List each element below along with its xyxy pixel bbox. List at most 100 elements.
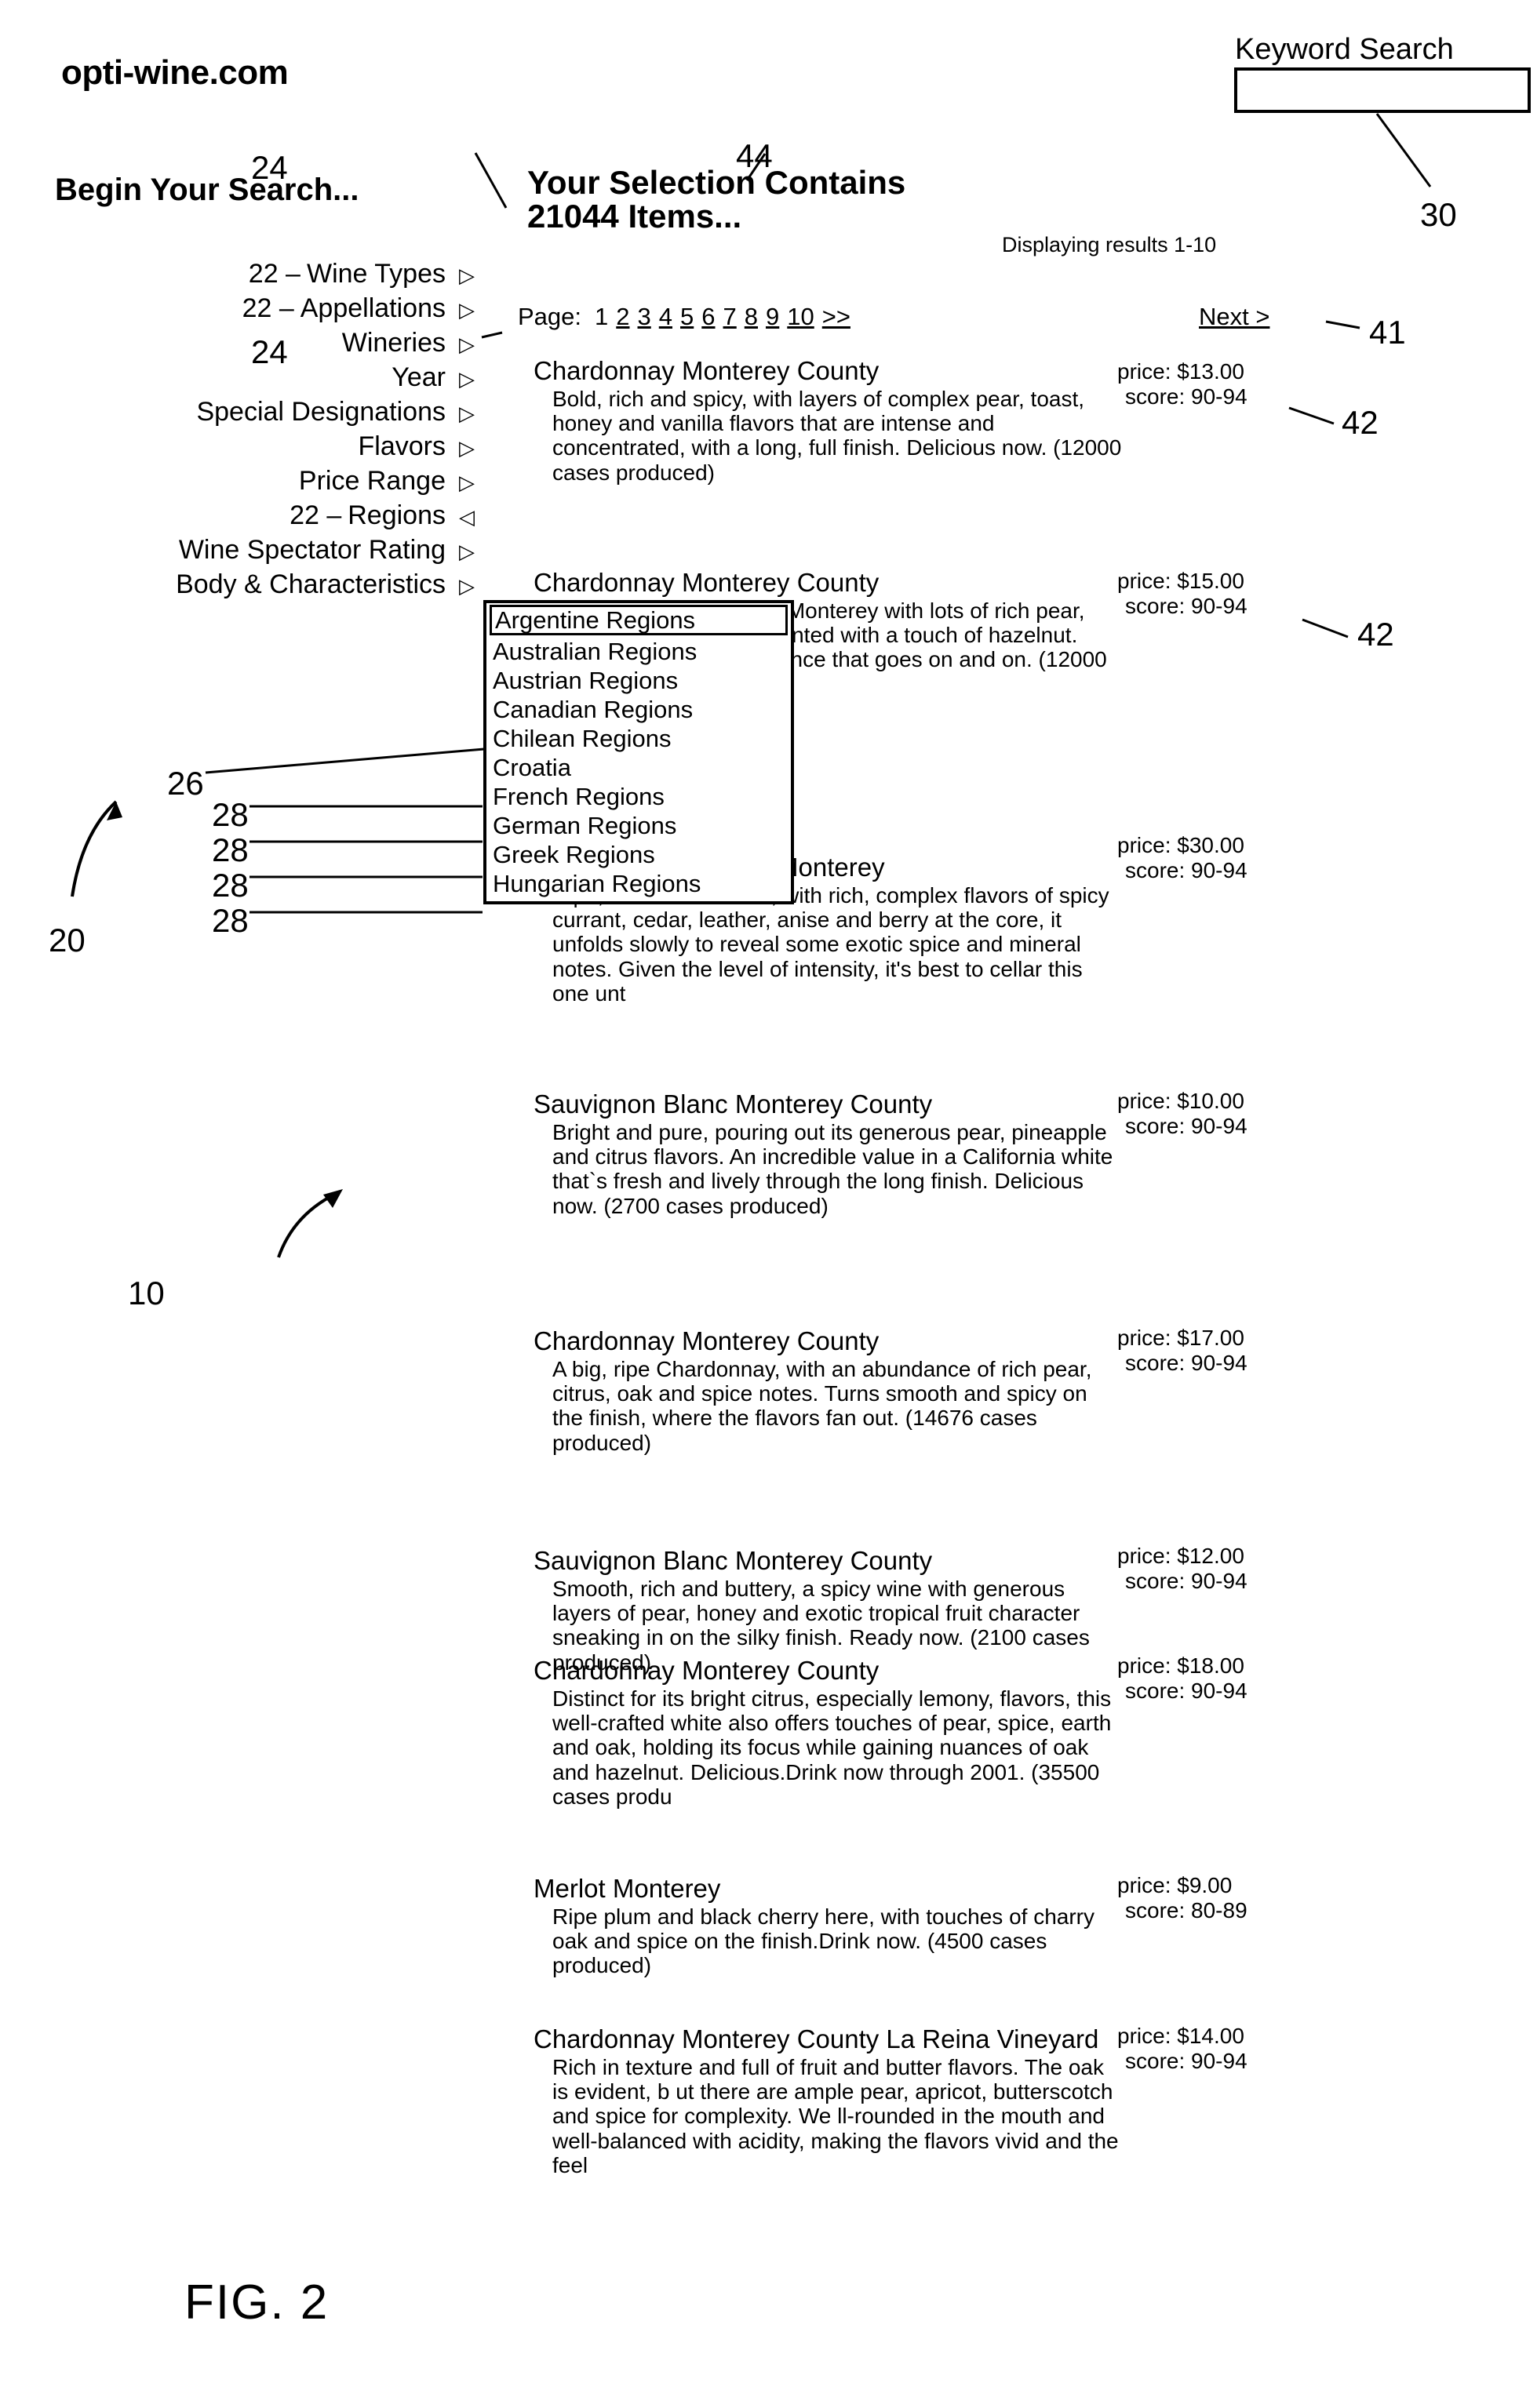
dropdown-option[interactable]: French Regions bbox=[486, 782, 791, 811]
result-price: price: $14.00 bbox=[1117, 2024, 1244, 2048]
chevron-right-icon: ▷ bbox=[459, 367, 475, 391]
result-price-score: price: $10.00 score: 90-94 bbox=[1117, 1089, 1247, 1139]
result-title[interactable]: Sauvignon Blanc Monterey County bbox=[534, 1547, 1124, 1575]
page-link-4[interactable]: 4 bbox=[659, 303, 672, 330]
sidebar-item-label: Flavors bbox=[358, 431, 446, 461]
page-link-more[interactable]: >> bbox=[822, 303, 850, 330]
chevron-left-icon: ◁ bbox=[459, 505, 475, 529]
chevron-right-icon: ▷ bbox=[459, 298, 475, 322]
chevron-right-icon: ▷ bbox=[459, 402, 475, 425]
sidebar-item-special-designations[interactable]: Special Designations ▷ bbox=[63, 397, 479, 431]
result-description: Ripe plum and black cherry here, with to… bbox=[552, 1904, 1094, 1978]
result-item[interactable]: Chardonnay Monterey County Distinct for i… bbox=[527, 1657, 1124, 1809]
selection-summary-line2: 21044 Items... bbox=[527, 197, 742, 235]
sidebar-item-price-range[interactable]: Price Range ▷ bbox=[63, 466, 479, 500]
page-link-7[interactable]: 7 bbox=[723, 303, 737, 330]
result-item[interactable]: Chardonnay Monterey County A big, ripe Ch… bbox=[527, 1327, 1124, 1455]
result-description: Bright and pure, pouring out its generou… bbox=[552, 1119, 1113, 1218]
result-price-score: price: $13.00 score: 90-94 bbox=[1117, 359, 1247, 409]
result-price: price: $18.00 bbox=[1117, 1653, 1244, 1678]
result-score: score: 90-94 bbox=[1125, 594, 1247, 619]
sidebar-item-label: Wine Spectator Rating bbox=[178, 535, 446, 565]
result-score: score: 80-89 bbox=[1125, 1898, 1247, 1923]
result-price: price: $9.00 bbox=[1117, 1873, 1233, 1897]
reference-numeral: 22 – bbox=[290, 500, 342, 530]
result-item[interactable]: Merlot Monterey Ripe plum and black cherr… bbox=[527, 1875, 1124, 1978]
result-price-score: price: $9.00 score: 80-89 bbox=[1117, 1873, 1247, 1923]
chevron-right-icon: ▷ bbox=[459, 264, 475, 287]
reference-numeral-28: 28 bbox=[212, 796, 249, 833]
page-link-10[interactable]: 10 bbox=[787, 303, 814, 330]
displaying-results-text: Displaying results 1-10 bbox=[1002, 233, 1217, 256]
keyword-search-box[interactable] bbox=[1234, 67, 1531, 113]
result-score: score: 90-94 bbox=[1125, 1351, 1247, 1376]
sidebar-item-body-characteristics[interactable]: Body & Characteristics ▷ bbox=[63, 569, 479, 604]
dropdown-option[interactable]: Hungarian Regions bbox=[486, 869, 791, 898]
page-link-9[interactable]: 9 bbox=[766, 303, 779, 330]
dropdown-option[interactable]: Chilean Regions bbox=[486, 724, 791, 753]
keyword-search-label: Keyword Search bbox=[1235, 33, 1454, 66]
reference-numeral-28: 28 bbox=[212, 831, 249, 868]
result-description: Distinct for its bright citrus, especial… bbox=[552, 1686, 1112, 1810]
reference-numeral-41: 41 bbox=[1369, 314, 1406, 351]
reference-numeral-44: 44 bbox=[736, 137, 773, 174]
result-price: price: $15.00 bbox=[1117, 569, 1244, 593]
site-logo: opti-wine.com bbox=[61, 53, 289, 92]
sidebar-item-label: Wine Types bbox=[306, 259, 446, 289]
result-price: price: $10.00 bbox=[1117, 1089, 1244, 1113]
page-link-2[interactable]: 2 bbox=[616, 303, 629, 330]
result-price-score: price: $15.00 score: 90-94 bbox=[1117, 569, 1247, 619]
result-title[interactable]: Sauvignon Blanc Monterey County bbox=[534, 1090, 1124, 1119]
result-description: A big, ripe Chardonnay, with an abundanc… bbox=[552, 1356, 1092, 1455]
result-title[interactable]: Chardonnay Monterey County La Reina Vine… bbox=[534, 2025, 1124, 2053]
page-link-6[interactable]: 6 bbox=[701, 303, 715, 330]
reference-numeral-24: 24 bbox=[251, 149, 288, 186]
page-link-3[interactable]: 3 bbox=[638, 303, 651, 330]
result-item[interactable]: Chardonnay Monterey County Bold, rich and… bbox=[527, 357, 1124, 485]
result-price-score: price: $18.00 score: 90-94 bbox=[1117, 1653, 1247, 1704]
reference-numeral-24: 24 bbox=[251, 333, 288, 370]
dropdown-option[interactable]: Greek Regions bbox=[486, 840, 791, 869]
sidebar-item-wine-types[interactable]: 22 – Wine Types ▷ bbox=[63, 259, 479, 293]
begin-search-heading: Begin Your Search... bbox=[55, 173, 359, 207]
result-score: score: 90-94 bbox=[1125, 1114, 1247, 1139]
search-facet-menu: 22 – Wine Types ▷ 22 – Appellations ▷ Wineries… bbox=[63, 259, 479, 604]
result-description: Bold, rich and spicy, with layers of com… bbox=[552, 386, 1122, 485]
result-item[interactable]: Chardonnay Monterey County La Reina Vine… bbox=[527, 2025, 1124, 2177]
sidebar-item-regions[interactable]: 22 – Regions ◁ bbox=[63, 500, 479, 535]
selection-summary-line1: Your Selection Contains bbox=[527, 164, 906, 201]
dropdown-option[interactable]: Argentine Regions bbox=[490, 605, 788, 635]
reference-numeral-42: 42 bbox=[1342, 404, 1379, 441]
result-title[interactable]: Merlot Monterey bbox=[534, 1875, 1124, 1903]
sidebar-item-appellations[interactable]: 22 – Appellations ▷ bbox=[63, 293, 479, 328]
result-score: score: 90-94 bbox=[1125, 2049, 1247, 2074]
result-price: price: $17.00 bbox=[1117, 1326, 1244, 1350]
sidebar-item-wine-spectator-rating[interactable]: Wine Spectator Rating ▷ bbox=[63, 535, 479, 569]
result-price-score: price: $30.00 score: 90-94 bbox=[1117, 833, 1247, 883]
reference-numeral-42: 42 bbox=[1357, 616, 1394, 653]
result-title[interactable]: Chardonnay Monterey County bbox=[534, 1657, 1124, 1685]
result-price: price: $30.00 bbox=[1117, 833, 1244, 857]
reference-numeral-28: 28 bbox=[212, 902, 249, 939]
sidebar-item-label: Appellations bbox=[300, 293, 446, 323]
page-link-5[interactable]: 5 bbox=[680, 303, 694, 330]
result-title[interactable]: Chardonnay Monterey County bbox=[534, 357, 1124, 385]
dropdown-option[interactable]: German Regions bbox=[486, 811, 791, 840]
result-price-score: price: $17.00 score: 90-94 bbox=[1117, 1326, 1247, 1376]
reference-numeral: 22 – bbox=[248, 259, 300, 289]
dropdown-option[interactable]: Canadian Regions bbox=[486, 695, 791, 724]
result-score: score: 90-94 bbox=[1125, 1679, 1247, 1704]
dropdown-option[interactable]: Australian Regions bbox=[486, 637, 791, 666]
dropdown-option[interactable]: Croatia bbox=[486, 753, 791, 782]
result-title[interactable]: Chardonnay Monterey County bbox=[534, 1327, 1124, 1355]
keyword-search-input[interactable] bbox=[1237, 71, 1528, 110]
sidebar-item-flavors[interactable]: Flavors ▷ bbox=[63, 431, 479, 466]
result-item[interactable]: Sauvignon Blanc Monterey County Bright an… bbox=[527, 1090, 1124, 1218]
next-page-link[interactable]: Next > bbox=[1199, 303, 1269, 331]
result-title[interactable]: Chardonnay Monterey County bbox=[534, 569, 1124, 597]
dropdown-option[interactable]: Austrian Regions bbox=[486, 666, 791, 695]
page-link-8[interactable]: 8 bbox=[745, 303, 758, 330]
reference-numeral-10: 10 bbox=[128, 1275, 165, 1311]
regions-dropdown-menu[interactable]: Argentine Regions Australian Regions Austr… bbox=[483, 600, 794, 904]
sidebar-item-label: Special Designations bbox=[196, 397, 446, 427]
